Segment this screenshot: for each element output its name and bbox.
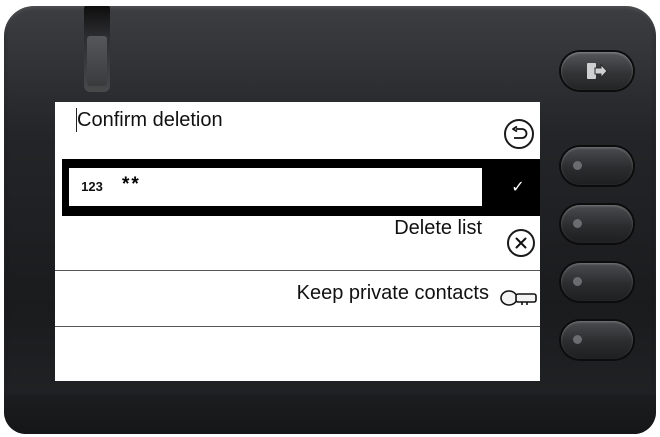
option-label: Keep private contacts	[296, 282, 489, 304]
pin-input-value: **	[122, 174, 141, 195]
page-title: Confirm deletion	[76, 108, 223, 132]
close-icon	[507, 229, 535, 257]
key-icon	[500, 290, 537, 306]
option-label: Delete list	[394, 217, 482, 239]
exit-button[interactable]	[561, 52, 633, 90]
softkey-1[interactable]	[561, 147, 633, 185]
exit-icon	[587, 63, 608, 79]
option-delete-list[interactable]: Delete list	[55, 216, 540, 271]
softkey-3[interactable]	[561, 263, 633, 301]
empty-row	[55, 327, 540, 381]
back-button[interactable]	[504, 119, 534, 149]
softkey-2[interactable]	[561, 205, 633, 243]
handset-indicator	[84, 6, 110, 92]
option-keep-private-contacts[interactable]: Keep private contacts	[55, 271, 540, 327]
pin-input-row[interactable]: 123 ** ✓	[62, 159, 540, 216]
softkey-4[interactable]	[561, 321, 633, 359]
numeric-mode-icon: 123	[81, 179, 103, 194]
pin-input-field[interactable]: 123 **	[69, 168, 482, 206]
back-arrow-icon	[512, 126, 528, 139]
check-icon[interactable]: ✓	[508, 178, 528, 198]
title-row: Confirm deletion	[55, 102, 540, 160]
phone-bottom-edge	[4, 395, 656, 434]
display-screen: Confirm deletion 123 ** ✓ Delete list Ke…	[55, 102, 540, 381]
